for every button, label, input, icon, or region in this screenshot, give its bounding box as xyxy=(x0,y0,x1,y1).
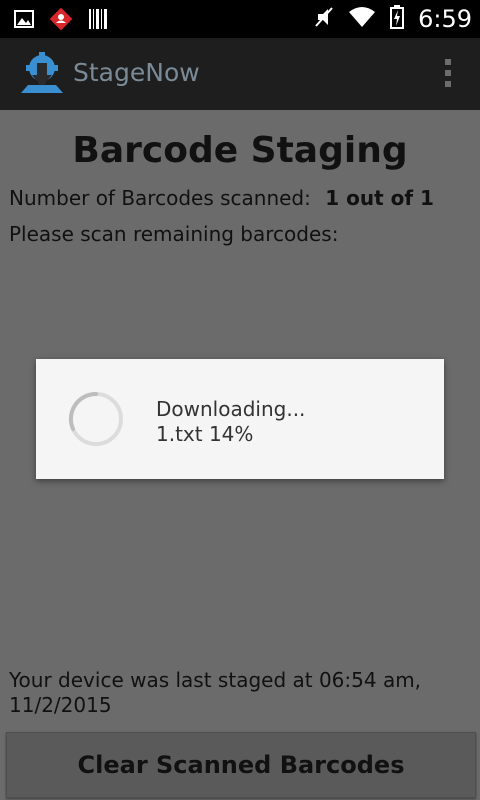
last-staged-line2: 11/2/2015 xyxy=(9,693,112,717)
download-progress-dialog: Downloading... 1.txt 14% xyxy=(36,359,444,479)
action-bar: StageNow xyxy=(0,38,480,111)
stagenow-logo-icon[interactable] xyxy=(18,51,66,99)
barcode-icon xyxy=(88,8,108,34)
loading-spinner-icon xyxy=(66,389,126,449)
status-bar: 6:59 xyxy=(0,0,480,38)
status-time: 6:59 xyxy=(418,5,472,33)
page-title: Barcode Staging xyxy=(72,130,408,171)
dialog-text: Downloading... 1.txt 14% xyxy=(156,397,305,447)
overflow-menu-icon[interactable] xyxy=(444,59,452,93)
last-staged-text: Your device was last staged at 06:54 am,… xyxy=(9,668,449,718)
scan-instructions: Please scan remaining barcodes: xyxy=(9,222,339,246)
status-left-icons xyxy=(14,6,108,36)
notification-badge-icon xyxy=(48,6,74,36)
status-right-icons: 6:59 xyxy=(314,0,472,38)
scan-count-label: Number of Barcodes scanned: xyxy=(9,186,311,210)
image-icon xyxy=(14,9,34,33)
scan-count-value: 1 out of 1 xyxy=(325,186,434,210)
wifi-icon xyxy=(348,6,376,32)
battery-icon xyxy=(390,5,405,33)
mute-icon xyxy=(314,6,334,32)
last-staged-line1: Your device was last staged at 06:54 am, xyxy=(9,668,422,692)
scan-count-row: Number of Barcodes scanned: 1 out of 1 xyxy=(9,186,434,210)
app-title: StageNow xyxy=(73,58,200,87)
dialog-message: Downloading... xyxy=(156,397,306,421)
clear-scanned-barcodes-button[interactable]: Clear Scanned Barcodes xyxy=(6,732,476,798)
download-progress-text: 1.txt 14% xyxy=(156,422,254,446)
